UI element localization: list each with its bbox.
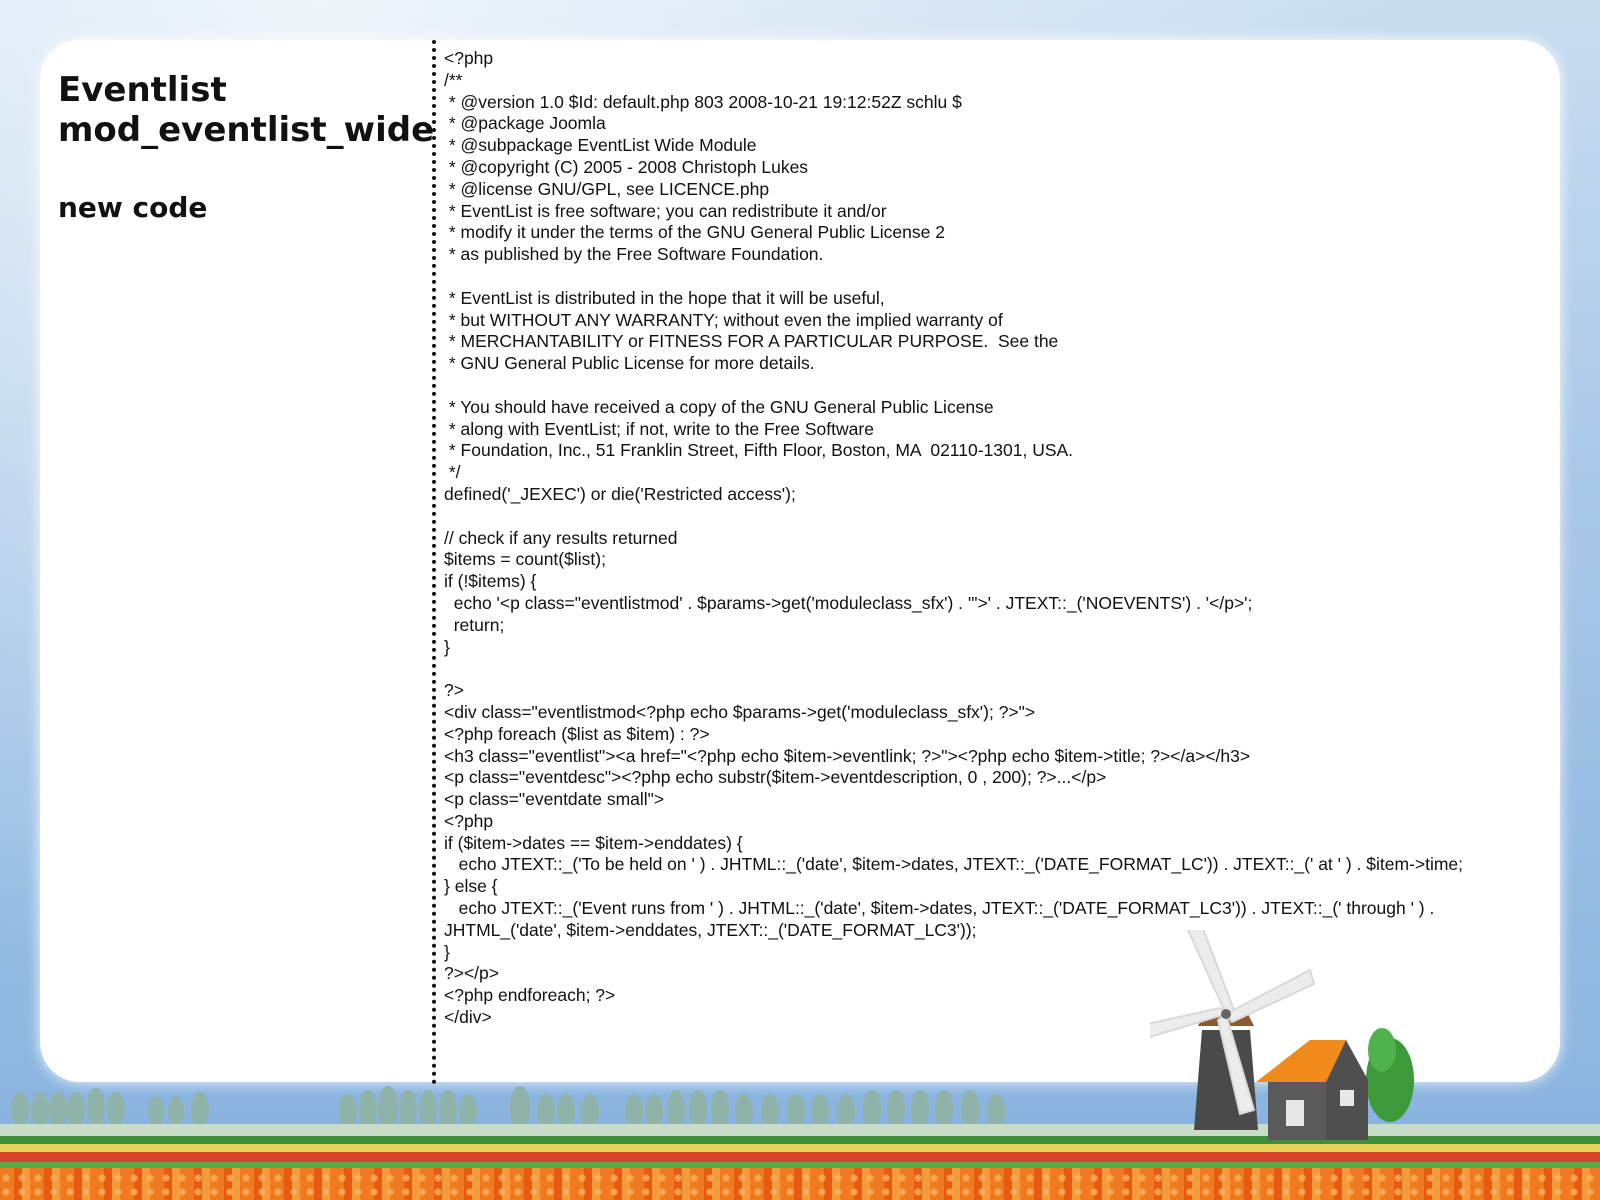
windmill-house-illustration bbox=[1150, 930, 1414, 1140]
code-line: <div class="eventlistmod<?php echo $para… bbox=[444, 701, 1036, 722]
code-block: <?php/** * @version 1.0 $Id: default.php… bbox=[444, 48, 1564, 1029]
slide-title-line-1: Eventlist bbox=[58, 70, 227, 110]
code-line: * You should have received a copy of the… bbox=[444, 396, 994, 417]
code-line: * GNU General Public License for more de… bbox=[444, 353, 815, 374]
code-line: * along with EventList; if not, write to… bbox=[444, 418, 874, 439]
code-line: * EventList is distributed in the hope t… bbox=[444, 287, 885, 308]
code-line: } else { bbox=[444, 876, 498, 897]
code-line: $items = count($list); bbox=[444, 549, 606, 570]
code-line: */ bbox=[444, 462, 461, 483]
code-line: <h3 class="eventlist"><a href="<?php ech… bbox=[444, 745, 1251, 766]
code-line: echo '<p class="eventlistmod' . $params-… bbox=[444, 592, 1253, 613]
code-line: * @license GNU/GPL, see LICENCE.php bbox=[444, 178, 770, 199]
code-line: defined('_JEXEC') or die('Restricted acc… bbox=[444, 483, 796, 504]
code-line: if (!$items) { bbox=[444, 571, 537, 592]
code-line: <?php foreach ($list as $item) : ?> bbox=[444, 723, 710, 744]
code-line: * modify it under the terms of the GNU G… bbox=[444, 222, 945, 243]
tulip-field-highlights bbox=[0, 1170, 1600, 1200]
code-line: <?php bbox=[444, 810, 494, 831]
code-line: * as published by the Free Software Foun… bbox=[444, 244, 824, 265]
code-line: <p class="eventdate small"> bbox=[444, 789, 665, 810]
code-line: return; bbox=[444, 614, 505, 635]
slide-header: Eventlist mod_eventlist_wide new code bbox=[58, 70, 435, 224]
code-line: * EventList is free software; you can re… bbox=[444, 200, 887, 221]
code-line: echo JTEXT::_('Event runs from ' ) . JHT… bbox=[444, 898, 1435, 919]
dotted-divider bbox=[432, 40, 436, 1085]
code-line: ?> bbox=[444, 680, 464, 701]
code-line: * Foundation, Inc., 51 Franklin Street, … bbox=[444, 440, 1074, 461]
code-line: /** bbox=[444, 69, 463, 90]
code-line: * @subpackage EventList Wide Module bbox=[444, 135, 757, 156]
code-line: * MERCHANTABILITY or FITNESS FOR A PARTI… bbox=[444, 331, 1059, 352]
code-line: <p class="eventdesc"><?php echo substr($… bbox=[444, 767, 1107, 788]
code-line: } bbox=[444, 636, 450, 657]
code-line: echo JTEXT::_('To be held on ' ) . JHTML… bbox=[444, 854, 1464, 875]
slide-title-line-2: mod_eventlist_wide bbox=[58, 110, 435, 150]
code-line: <?php bbox=[444, 48, 494, 68]
code-line: * @version 1.0 $Id: default.php 803 2008… bbox=[444, 91, 962, 112]
code-line: * @package Joomla bbox=[444, 113, 606, 134]
code-line: * @copyright (C) 2005 - 2008 Christoph L… bbox=[444, 156, 809, 177]
code-line: if ($item->dates == $item->enddates) { bbox=[444, 832, 743, 853]
code-line: * but WITHOUT ANY WARRANTY; without even… bbox=[444, 309, 1003, 330]
slide-subtitle: new code bbox=[58, 191, 208, 224]
code-line: // check if any results returned bbox=[444, 527, 678, 548]
